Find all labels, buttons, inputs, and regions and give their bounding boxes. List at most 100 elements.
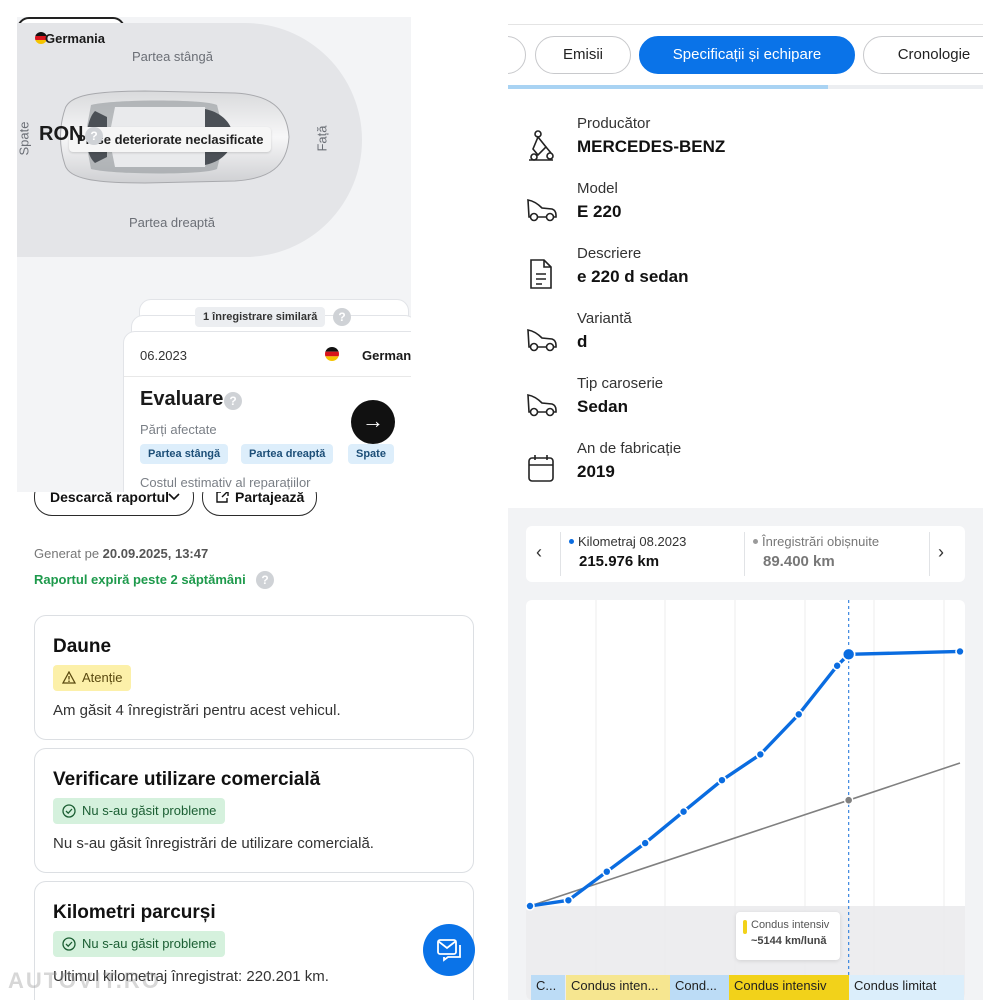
mileage-point <box>793 709 804 720</box>
mileage-chart-panel: ‹ Kilometraj 08.2023 215.976 km Înregist… <box>508 508 983 1000</box>
tab-timeline[interactable]: Cronologie <box>863 36 983 74</box>
car-icon <box>527 199 557 222</box>
chat-button[interactable] <box>423 924 475 976</box>
spec-label: Descriere <box>577 245 642 262</box>
download-report-label: Descarcă raportul <box>50 492 170 505</box>
mileage-summary-header: ‹ Kilometraj 08.2023 215.976 km Înregist… <box>526 526 965 582</box>
record-country: Germania <box>45 31 105 46</box>
damage-summary-card[interactable]: Daune Atenție Am găsit 4 înregistrări pe… <box>34 615 474 740</box>
record-title: Evaluare <box>140 388 224 410</box>
spec-value: E 220 <box>577 202 622 221</box>
check-circle-icon <box>62 804 76 818</box>
tab-emissions[interactable]: Emisii <box>535 36 631 74</box>
help-icon[interactable]: ? <box>256 571 274 589</box>
help-icon[interactable]: ? <box>224 392 242 410</box>
commercial-use-card[interactable]: Verificare utilizare comercială Nu s-au … <box>34 748 474 873</box>
tab-previous[interactable] <box>508 36 526 74</box>
card-title: Daune <box>53 636 112 657</box>
watermark: AUTOVIT.RO <box>8 968 161 993</box>
warning-status-badge: Atenție <box>53 665 132 691</box>
arrow-right-icon: → <box>362 408 384 433</box>
calendar-icon <box>528 455 554 482</box>
mileage-point <box>640 838 650 848</box>
affected-part-chip: Spate <box>348 444 394 464</box>
selected-mileage-point <box>841 647 856 662</box>
current-mileage-dot-icon <box>569 539 574 544</box>
share-icon <box>216 492 229 503</box>
spec-label: Tip caroserie <box>577 375 664 392</box>
generated-date: 20.09.2025, 13:47 <box>102 546 209 561</box>
map-label-left: Partea stângă <box>132 49 213 64</box>
share-button[interactable]: Partajează <box>202 492 317 516</box>
affected-parts-label: Părți afectate <box>140 422 217 437</box>
card-title: Kilometri parcurși <box>53 902 216 923</box>
manufacturer-icon <box>529 130 554 161</box>
mileage-point <box>955 646 965 657</box>
help-icon[interactable]: ? <box>333 308 351 326</box>
record-date: 06.2023 <box>140 348 187 363</box>
next-record-button[interactable]: → <box>351 400 395 444</box>
spec-row-model: Model E 220 <box>508 180 983 240</box>
help-icon[interactable]: ? <box>85 127 103 145</box>
mileage-point <box>678 806 689 817</box>
driving-segment: Condus inten... <box>566 975 671 1000</box>
status-text: Atenție <box>82 670 123 685</box>
usual-records-value: 89.400 km <box>763 553 835 570</box>
report-expiry-text: Raportul expiră peste 2 săptămâni <box>34 572 246 587</box>
chevron-right-icon[interactable]: › <box>938 542 944 563</box>
check-circle-icon <box>62 937 76 951</box>
driving-segment: Cond... <box>670 975 730 1000</box>
tooltip-value: ~5144 km/lună <box>751 935 827 947</box>
driving-segment: C... <box>531 975 565 1000</box>
usual-records-label: Înregistrări obișnuite <box>762 534 880 549</box>
spec-row-variant: Variantă d <box>508 310 983 370</box>
currency-label: RON <box>39 123 84 145</box>
intense-color-marker <box>743 920 747 934</box>
spec-row-manufacturer: Producător MERCEDES-BENZ <box>508 115 983 175</box>
divider <box>744 532 745 576</box>
car-icon <box>527 394 557 417</box>
affected-part-chip: Partea dreaptă <box>241 444 334 464</box>
generated-info: Generat pe 20.09.2025, 13:47 <box>34 546 208 561</box>
mileage-value: 215.976 km <box>579 553 660 570</box>
mileage-point <box>832 660 842 671</box>
download-report-button[interactable]: Descarcă raportul <box>34 492 194 516</box>
mileage-line <box>529 649 961 908</box>
divider <box>560 532 561 576</box>
chat-icon <box>437 939 461 962</box>
similar-records-tag: 1 înregistrare similară <box>195 307 326 327</box>
chevron-down-icon <box>168 493 180 501</box>
chevron-left-icon[interactable]: ‹ <box>536 542 542 563</box>
affected-part-chip: Partea stângă <box>140 444 229 464</box>
map-label-front: Față <box>314 125 330 152</box>
map-label-right: Partea dreaptă <box>129 215 216 230</box>
spec-value: 2019 <box>577 462 615 481</box>
germany-flag-icon <box>325 347 339 361</box>
warning-icon <box>62 671 76 684</box>
mileage-point <box>601 866 612 877</box>
spec-row-body-type: Tip caroserie Sedan <box>508 375 983 435</box>
intense-driving-tooltip: Condus intensiv ~5144 km/lună <box>736 912 840 960</box>
tab-specifications[interactable]: Specificații și echipare <box>639 36 855 74</box>
ok-status-badge: Nu s-au găsit probleme <box>53 798 226 824</box>
record-country: Germania <box>362 348 411 363</box>
car-icon <box>527 329 557 352</box>
card-text: Am găsit 4 înregistrări pentru acest veh… <box>53 702 341 719</box>
report-panel: Descarcă raportul Partajează Generat pe … <box>17 492 492 1000</box>
driving-segment: Condus intensiv <box>729 975 850 1000</box>
spec-row-description: Descriere e 220 d sedan <box>508 245 983 305</box>
mileage-point <box>563 895 574 906</box>
spec-row-year: An de fabricație 2019 <box>508 440 983 493</box>
tab-scroll-indicator <box>508 85 983 89</box>
card-text: Nu s-au găsit înregistrări de utilizare … <box>53 835 374 852</box>
spec-value: d <box>577 332 588 351</box>
tooltip-label: Condus intensiv <box>751 919 830 931</box>
ok-status-badge: Nu s-au găsit probleme <box>53 931 226 957</box>
mileage-label: Kilometraj 08.2023 <box>578 534 687 549</box>
spec-value: Sedan <box>577 397 629 416</box>
spec-label: Variantă <box>577 310 632 327</box>
divider <box>929 532 930 576</box>
driving-segment: Condus limitat <box>849 975 964 1000</box>
card-title: Verificare utilizare comercială <box>53 769 321 790</box>
map-label-back: Spate <box>17 121 32 156</box>
